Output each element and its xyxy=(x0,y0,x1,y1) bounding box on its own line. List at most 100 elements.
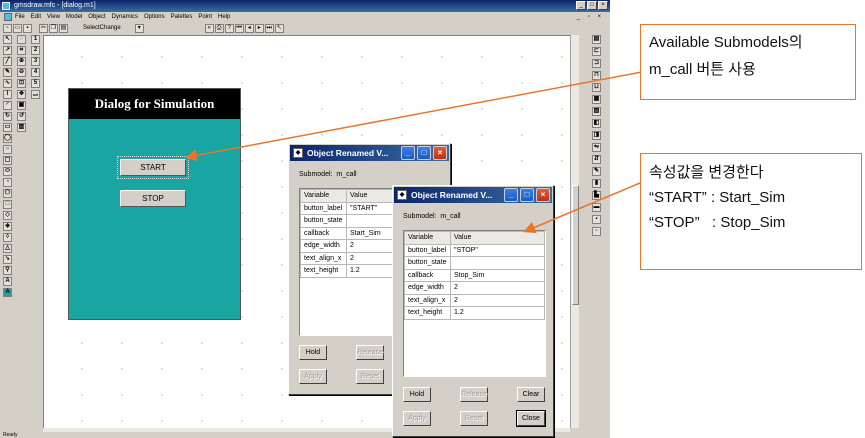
value-cell[interactable]: 2 xyxy=(450,281,545,295)
edit-icon[interactable]: ✎ xyxy=(592,167,601,176)
link-tool-icon[interactable]: ⚲ xyxy=(3,266,12,275)
save-icon[interactable]: ▪ xyxy=(23,23,32,33)
menu-options[interactable]: Options xyxy=(144,12,165,22)
menu-view[interactable]: View xyxy=(47,12,60,22)
chart-icon[interactable]: ▙ xyxy=(592,191,601,200)
pointer-tool-icon[interactable]: ↖ xyxy=(3,35,12,44)
back-icon[interactable]: ◨ xyxy=(592,131,601,140)
mdi-controls[interactable]: _ ▫ × xyxy=(577,12,604,22)
lock-icon[interactable]: ▮ xyxy=(592,179,601,188)
frame-icon[interactable]: ▣ xyxy=(17,101,26,110)
layer-5-button[interactable]: 5 xyxy=(31,79,40,88)
next-icon[interactable]: ▸ xyxy=(254,23,264,33)
dialog2-close-button[interactable]: Close xyxy=(516,410,546,427)
pie-tool-icon[interactable]: ◔ xyxy=(3,178,12,187)
table-row[interactable]: button_label "STOP" xyxy=(404,243,545,257)
last-icon[interactable]: ⏭ xyxy=(264,23,274,33)
menu-help[interactable]: Help xyxy=(218,12,230,22)
table-row[interactable]: button_state xyxy=(404,256,545,270)
value-cell[interactable]: 2 xyxy=(450,293,545,307)
layer-4-button[interactable]: 4 xyxy=(31,68,40,77)
refresh-icon[interactable]: ↺ xyxy=(17,112,26,121)
open-file-icon[interactable]: ▭ xyxy=(13,23,22,33)
dialog1-maximize-icon[interactable]: □ xyxy=(417,146,431,160)
dialog2-apply-button[interactable]: Apply xyxy=(403,411,431,426)
dialog1-release-button[interactable]: Release xyxy=(356,345,384,360)
dialog1-hold-button[interactable]: Hold xyxy=(299,345,327,360)
layer-2-button[interactable]: 2 xyxy=(31,46,40,55)
value-cell[interactable] xyxy=(450,256,545,270)
dialog2-clear-button[interactable]: Clear xyxy=(517,387,545,402)
value-cell[interactable]: 1.2 xyxy=(450,306,545,320)
align-right-icon[interactable]: ⊐ xyxy=(592,59,601,68)
zoom-out-icon[interactable]: ⊖ xyxy=(17,68,26,77)
menu-edit[interactable]: Edit xyxy=(31,12,41,22)
group-icon[interactable]: ▦ xyxy=(592,95,601,104)
mode-select[interactable]: SelectChange xyxy=(83,25,121,31)
table-row[interactable]: callback Stop_Sim xyxy=(404,268,545,282)
rectangle-tool-icon[interactable]: ▭ xyxy=(3,123,12,132)
menu-object[interactable]: Object xyxy=(88,12,105,22)
cut-icon[interactable]: ✂ xyxy=(39,23,48,33)
dialog2-reset-button[interactable]: Reset xyxy=(460,411,488,426)
menu-dynamics[interactable]: Dynamics xyxy=(112,12,138,22)
bucket-icon[interactable]: ▪ xyxy=(592,215,601,224)
align-top-icon[interactable]: ⊓ xyxy=(592,71,601,80)
dialog1-reset-button[interactable]: Reset xyxy=(356,369,384,384)
minimize-button[interactable]: _ xyxy=(576,1,586,10)
dialog2-variable-grid[interactable]: Variable Value button_label "STOP" button_… xyxy=(403,230,546,377)
layer-select-button[interactable]: sel xyxy=(31,90,40,99)
dialog2-maximize-icon[interactable]: □ xyxy=(520,188,534,202)
curve-tool-icon[interactable]: ∿ xyxy=(3,79,12,88)
new-file-icon[interactable]: ▫ xyxy=(3,23,12,33)
ellipse-tool-icon[interactable]: ◯ xyxy=(3,134,12,143)
print-icon[interactable]: ⎙ xyxy=(214,23,224,33)
vertical-scrollbar[interactable] xyxy=(570,35,579,428)
pen-tool-icon[interactable]: ✎ xyxy=(3,68,12,77)
color-tool-icon[interactable]: A xyxy=(3,288,12,297)
menu-point[interactable]: Point xyxy=(198,12,212,22)
dialog1-close-icon[interactable]: × xyxy=(433,146,447,160)
align-icon[interactable]: ▤ xyxy=(592,35,601,44)
dialog1-apply-button[interactable]: Apply xyxy=(299,369,327,384)
ungroup-icon[interactable]: ▧ xyxy=(592,107,601,116)
scroll-thumb[interactable] xyxy=(572,185,579,305)
dialog2-minimize-icon[interactable]: _ xyxy=(504,188,518,202)
start-button[interactable]: START xyxy=(117,156,189,179)
fill-tool-icon[interactable]: ◈ xyxy=(3,222,12,231)
line-tool-icon[interactable]: ╱ xyxy=(3,57,12,66)
layer-3-button[interactable]: 3 xyxy=(31,57,40,66)
dialog1-minimize-icon[interactable]: _ xyxy=(401,146,415,160)
zoom-in-icon[interactable]: ⊕ xyxy=(17,57,26,66)
window-icon[interactable]: ▬ xyxy=(592,203,601,212)
close-button[interactable]: × xyxy=(598,1,608,10)
align-bottom-icon[interactable]: ⊔ xyxy=(592,83,601,92)
help-icon[interactable]: ? xyxy=(224,23,234,33)
table-row[interactable]: edge_width 2 xyxy=(404,281,545,295)
value-cell[interactable]: "STOP" xyxy=(450,243,545,257)
stack-icon[interactable]: ▫ xyxy=(592,227,601,236)
mirror-icon[interactable]: ⇵ xyxy=(592,155,601,164)
table-row[interactable]: text_align_x 2 xyxy=(404,293,545,307)
paste-icon[interactable]: ▤ xyxy=(59,23,68,33)
menu-file[interactable]: File xyxy=(15,12,25,22)
triangle-tool-icon[interactable]: △ xyxy=(3,244,12,253)
shape-tool-icon[interactable]: ◇ xyxy=(3,211,12,220)
round-rect-tool-icon[interactable]: ▢ xyxy=(3,156,12,165)
pointer-help-icon[interactable]: ↖ xyxy=(274,23,284,33)
flip-icon[interactable]: ⇋ xyxy=(592,143,601,152)
menu-model[interactable]: Model xyxy=(66,12,82,22)
front-icon[interactable]: ◧ xyxy=(592,119,601,128)
layer-1-button[interactable]: 1 xyxy=(31,35,40,44)
copy-icon[interactable]: ❐ xyxy=(49,23,58,33)
rewind-icon[interactable]: « xyxy=(204,23,214,33)
grid-icon[interactable]: ⌗ xyxy=(17,46,26,55)
polyline-tool-icon[interactable]: ⌇ xyxy=(3,90,12,99)
align-left-icon[interactable]: ⊏ xyxy=(592,47,601,56)
stop-button[interactable]: STOP xyxy=(120,190,186,207)
polygon-tool-icon[interactable]: ⬠ xyxy=(3,189,12,198)
select-tool-icon[interactable]: ↗ xyxy=(3,46,12,55)
oval-tool-icon[interactable]: ⬭ xyxy=(3,167,12,176)
dropdown-icon[interactable]: ▾ xyxy=(134,23,144,33)
dialog2-close-icon[interactable]: × xyxy=(536,188,550,202)
